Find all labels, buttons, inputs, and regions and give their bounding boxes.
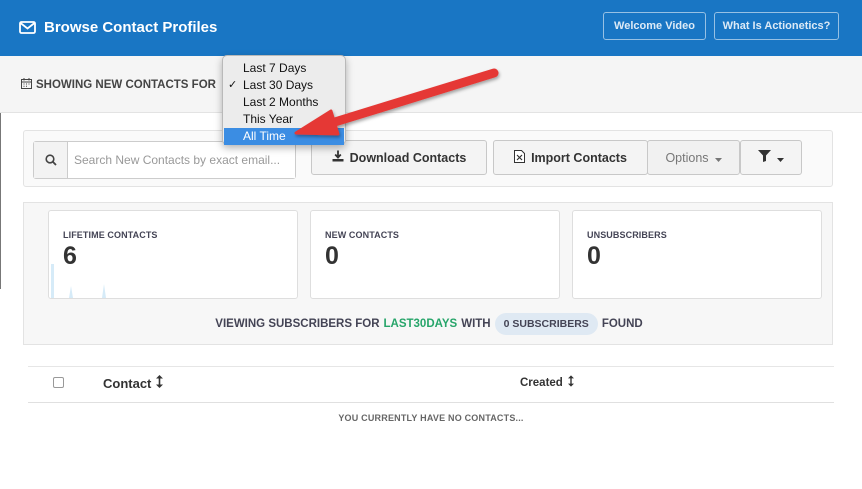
viewing-prefix: VIEWING SUBSCRIBERS FOR [215,318,380,330]
new-contacts-card: NEW CONTACTS 0 [310,210,560,299]
top-header-bar: Browse Contact Profiles Welcome Video Wh… [0,0,862,56]
period-option-label: Last 30 Days [243,78,314,92]
unsubscribers-card: UNSUBSCRIBERS 0 [572,210,822,299]
search-group [33,141,296,179]
calendar-icon [21,78,32,92]
stats-panel: LIFETIME CONTACTS 6 NEW CONTACTS 0 UNSUB… [23,202,833,345]
page-title: Browse Contact Profiles [19,17,217,37]
viewing-suffix: FOUND [601,318,643,330]
period-option-label: Last 2 Months [243,95,319,109]
contacts-toolbar: Download Contacts Import Contacts Option… [23,130,833,187]
checkmark-icon: ✓ [228,79,238,91]
options-dropdown-button[interactable]: Options [647,140,740,175]
period-option-last-7-days[interactable]: Last 7 Days [223,60,345,77]
envelope-icon [19,20,36,34]
search-input[interactable] [68,142,295,178]
period-option-this-year[interactable]: This Year [223,111,345,128]
showing-label: SHOWING NEW CONTACTS FOR [21,78,216,92]
period-option-label: This Year [243,112,294,126]
new-contacts-value: 0 [325,242,339,270]
caret-down-icon [777,151,784,165]
period-option-label: Last 7 Days [243,61,307,75]
contacts-table-header: Contact Created [28,366,834,403]
period-option-all-time[interactable]: All Time [224,128,344,145]
unsubscribers-label: UNSUBSCRIBERS [587,230,667,240]
lifetime-sparkline [51,264,106,298]
period-option-label: All Time [243,129,286,143]
contact-column-header[interactable]: Contact [103,375,164,391]
options-label: Options [665,150,709,165]
contact-column-label: Contact [103,375,152,391]
select-all-checkbox[interactable] [53,377,64,388]
page-title-text: Browse Contact Profiles [44,18,218,36]
welcome-video-button[interactable]: Welcome Video [603,12,706,40]
download-contacts-button[interactable]: Download Contacts [311,140,487,175]
lifetime-contacts-card: LIFETIME CONTACTS 6 [48,210,298,299]
filter-dropdown-button[interactable] [740,140,802,175]
sort-icon [567,375,574,390]
viewing-period: LAST30DAYS [383,318,458,330]
caret-down-icon [714,151,722,165]
new-contacts-label: NEW CONTACTS [325,230,400,240]
filter-icon [758,150,771,165]
period-option-last-30-days[interactable]: ✓ Last 30 Days [223,77,345,94]
import-contacts-label: Import Contacts [531,150,627,165]
excel-file-icon [514,149,526,166]
download-contacts-label: Download Contacts [349,150,467,165]
download-icon [332,150,344,165]
unsubscribers-value: 0 [587,242,601,270]
period-option-last-2-months[interactable]: Last 2 Months [223,94,345,111]
period-dropdown-menu: Last 7 Days ✓ Last 30 Days Last 2 Months… [222,55,346,145]
viewing-with: WITH [461,318,491,330]
what-is-actionetics-button[interactable]: What Is Actionetics? [714,12,839,40]
created-column-header[interactable]: Created [520,375,574,390]
created-column-label: Created [520,376,563,389]
showing-label-text: SHOWING NEW CONTACTS FOR [36,79,216,91]
sort-icon [156,375,164,391]
empty-table-message: YOU CURRENTLY HAVE NO CONTACTS... [338,413,524,423]
period-filter-bar: SHOWING NEW CONTACTS FOR [0,56,862,113]
subscribers-count-badge: 0 SUBSCRIBERS [494,313,598,335]
left-edge-divider [0,113,1,289]
import-contacts-button[interactable]: Import Contacts [493,140,648,175]
search-icon [34,142,68,178]
viewing-summary: VIEWING SUBSCRIBERS FOR LAST30DAYS WITH … [24,313,834,335]
